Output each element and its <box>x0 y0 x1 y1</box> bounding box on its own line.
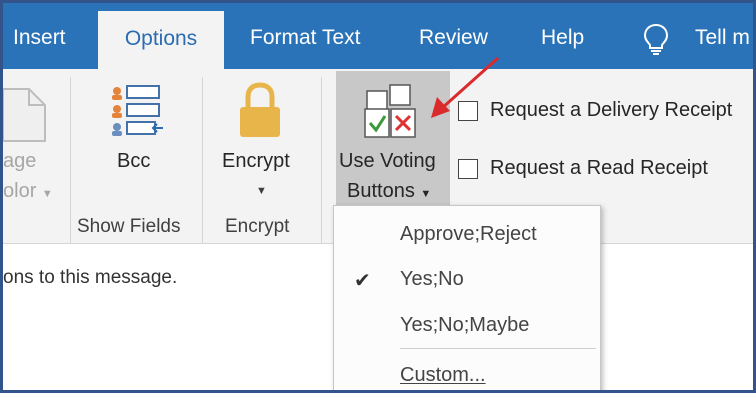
read-receipt-checkbox[interactable] <box>458 159 478 179</box>
tab-format-text[interactable]: Format Text <box>250 3 360 69</box>
voting-label-line2: Buttons ▼ <box>347 180 432 202</box>
message-body-text: ons to this message. <box>3 267 178 288</box>
tab-help[interactable]: Help <box>541 3 584 69</box>
encrypt-group-label: Encrypt <box>225 216 290 237</box>
outlook-window: Insert Options Format Text Review Help T… <box>0 0 756 393</box>
encrypt-button[interactable]: Encrypt <box>222 150 290 173</box>
show-fields-group-label: Show Fields <box>77 216 181 237</box>
menu-item-label: Yes;No <box>400 268 464 290</box>
menu-separator <box>400 348 596 349</box>
menu-item-label: Yes;No;Maybe <box>400 314 530 336</box>
tab-options[interactable]: Options <box>98 11 224 69</box>
lightbulb-icon[interactable] <box>643 23 669 55</box>
group-separator <box>70 77 71 243</box>
page-color-icon <box>3 88 46 142</box>
menu-item-yes-no-maybe[interactable]: Yes;No;Maybe <box>334 302 600 346</box>
delivery-receipt-label: Request a Delivery Receipt <box>490 99 733 121</box>
annotation-arrow <box>431 56 500 118</box>
voting-label-line1: Use Voting <box>339 150 436 172</box>
tab-insert[interactable]: Insert <box>13 3 66 69</box>
page-color-label-line2: olor ▼ <box>3 180 53 202</box>
menu-item-yes-no[interactable]: ✔ Yes;No <box>334 256 600 300</box>
page-color-button[interactable]: age <box>3 150 36 173</box>
checkmark-icon: ✔ <box>354 270 371 292</box>
group-separator <box>202 77 203 243</box>
chevron-down-icon: ▼ <box>41 188 53 200</box>
menu-item-custom[interactable]: Custom... <box>334 352 600 390</box>
chevron-down-icon: ▼ <box>420 188 432 200</box>
ribbon-tab-bar: Insert Options Format Text Review Help T… <box>3 3 753 69</box>
bcc-button[interactable]: Bcc <box>117 150 150 173</box>
read-receipt-label: Request a Read Receipt <box>490 157 708 179</box>
group-separator <box>321 77 322 243</box>
menu-item-approve-reject[interactable]: Approve;Reject <box>334 211 600 255</box>
lock-icon <box>240 82 280 137</box>
voting-ballot-icon <box>364 84 416 138</box>
menu-item-label: Custom... <box>400 364 486 386</box>
voting-options-menu: Approve;Reject ✔ Yes;No Yes;No;Maybe Cus… <box>333 205 601 390</box>
menu-item-label: Approve;Reject <box>400 223 537 245</box>
chevron-down-icon: ▼ <box>256 185 267 197</box>
bcc-icon <box>112 85 163 136</box>
tell-me-search[interactable]: Tell m <box>695 3 750 69</box>
